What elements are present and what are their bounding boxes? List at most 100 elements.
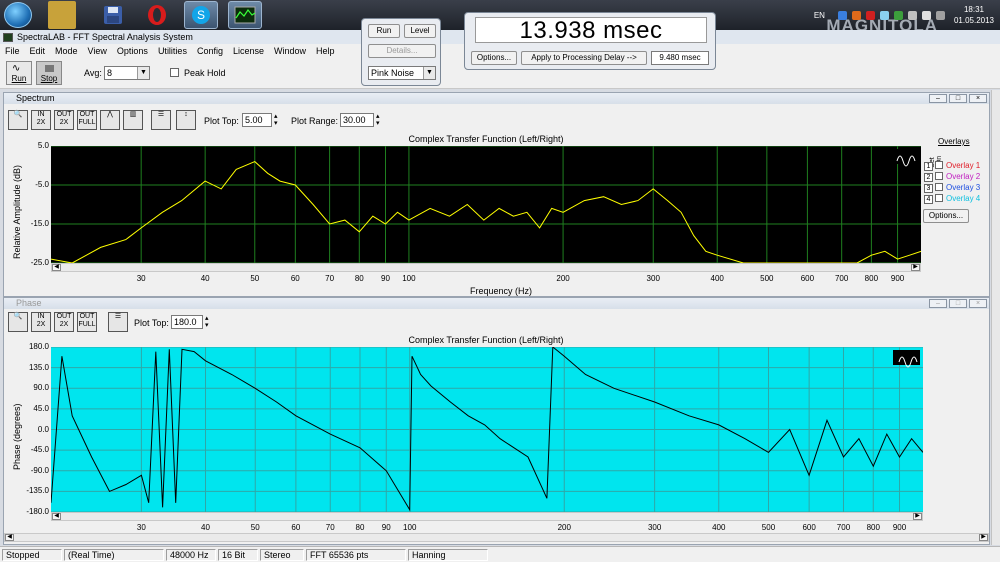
- phase-scrollbar[interactable]: ◀ ▶: [51, 512, 923, 521]
- x-tick-label: 700: [836, 523, 851, 532]
- spectrum-scrollbar[interactable]: ◀ ▶: [51, 263, 921, 272]
- phase-plot[interactable]: [51, 347, 923, 512]
- y-tick-label: -180.0: [26, 507, 49, 516]
- delay-options-button[interactable]: Options...: [471, 51, 517, 65]
- overlay-on-checkbox[interactable]: [935, 172, 943, 180]
- x-tick-label: 60: [290, 274, 300, 283]
- language-indicator[interactable]: EN: [814, 11, 825, 20]
- overlay-label: Overlay 4: [946, 194, 981, 203]
- overlay-on-checkbox[interactable]: [935, 194, 943, 202]
- stop-button[interactable]: Stop: [36, 61, 62, 85]
- minimize-icon[interactable]: –: [929, 94, 947, 103]
- zoom-out-full-icon[interactable]: OUT FULL: [77, 110, 97, 130]
- tray-app-icon[interactable]: [837, 10, 847, 20]
- signal-select[interactable]: Pink Noise ▼: [368, 66, 436, 80]
- network-icon[interactable]: [907, 10, 917, 20]
- panel-scrollbar[interactable]: ◀ ▶: [4, 533, 989, 542]
- peak-hold-checkbox[interactable]: [170, 68, 179, 77]
- zoom-out-full-icon[interactable]: OUT FULL: [77, 312, 97, 332]
- scale-icon[interactable]: ↕: [176, 110, 196, 130]
- menu-view[interactable]: View: [83, 46, 112, 56]
- overlay-on-checkbox[interactable]: [935, 161, 943, 169]
- minimize-icon[interactable]: –: [929, 299, 947, 308]
- menu-window[interactable]: Window: [269, 46, 311, 56]
- tray-app-icon[interactable]: [851, 10, 861, 20]
- overlay-options-button[interactable]: Options...: [923, 209, 969, 223]
- phase-plot-top-input[interactable]: 180.0: [171, 315, 203, 329]
- menu-file[interactable]: File: [0, 46, 25, 56]
- x-tick-label: 300: [646, 274, 660, 283]
- skype-icon[interactable]: S: [184, 1, 218, 29]
- overlay-on-checkbox[interactable]: [935, 183, 943, 191]
- zoom-icon[interactable]: 🔍: [8, 110, 28, 130]
- menu-config[interactable]: Config: [192, 46, 228, 56]
- scroll-left-icon[interactable]: ◀: [5, 534, 14, 541]
- menu-help[interactable]: Help: [311, 46, 340, 56]
- x-tick-label: 70: [325, 274, 335, 283]
- x-tick-label: 300: [647, 523, 662, 532]
- scroll-left-icon[interactable]: ◀: [52, 513, 61, 520]
- generator-details-button[interactable]: Details...: [368, 44, 436, 58]
- maximize-icon[interactable]: □: [949, 94, 967, 103]
- tray-app-icon[interactable]: [879, 10, 889, 20]
- zoom-in-2x-icon[interactable]: IN 2X: [31, 110, 51, 130]
- overlay-set-button[interactable]: 4: [924, 195, 933, 204]
- spectrum-plot[interactable]: [51, 146, 921, 263]
- scroll-right-icon[interactable]: ▶: [911, 264, 920, 271]
- start-orb-icon[interactable]: [4, 2, 32, 28]
- properties-icon[interactable]: ☰: [151, 110, 171, 130]
- menu-options[interactable]: Options: [112, 46, 153, 56]
- properties-icon[interactable]: ☰: [108, 312, 128, 332]
- zoom-in-2x-icon[interactable]: IN 2X: [31, 312, 51, 332]
- tray-app-icon[interactable]: [865, 10, 875, 20]
- menu-mode[interactable]: Mode: [50, 46, 83, 56]
- main-vertical-scrollbar[interactable]: [991, 90, 1000, 545]
- run-button[interactable]: ∿ Run: [6, 61, 32, 85]
- phase-chart-title: Complex Transfer Function (Left/Right): [408, 335, 564, 345]
- bar-mode-icon[interactable]: ▥: [123, 110, 143, 130]
- generator-run-button[interactable]: Run: [368, 24, 400, 38]
- clock[interactable]: 18:31 01.05.2013: [954, 4, 994, 26]
- plot-range-spinner[interactable]: ▴ ▾: [376, 113, 380, 127]
- trace-style-icon: [891, 149, 918, 167]
- x-tick-label: 50: [250, 274, 260, 283]
- opera-icon[interactable]: [140, 1, 174, 29]
- apply-delay-button[interactable]: Apply to Processing Delay -->: [521, 51, 647, 65]
- line-mode-icon[interactable]: ⋀: [100, 110, 120, 130]
- tray-app-icon[interactable]: [893, 10, 903, 20]
- close-icon[interactable]: ×: [969, 94, 987, 103]
- menu-utilities[interactable]: Utilities: [153, 46, 192, 56]
- plot-range-input[interactable]: 30.00: [340, 113, 374, 127]
- x-tick-label: 500: [761, 523, 776, 532]
- menu-edit[interactable]: Edit: [25, 46, 51, 56]
- explorer-icon[interactable]: [48, 1, 76, 29]
- plot-top-label: Plot Top:: [204, 116, 239, 126]
- processing-delay-field[interactable]: 9.480 msec: [651, 51, 709, 65]
- zoom-out-2x-icon[interactable]: OUT 2X: [54, 312, 74, 332]
- overlay-set-button[interactable]: 2: [924, 173, 933, 182]
- volume-icon[interactable]: [935, 10, 945, 20]
- overlay-set-button[interactable]: 1: [924, 162, 933, 171]
- scroll-left-icon[interactable]: ◀: [52, 264, 61, 271]
- scroll-right-icon[interactable]: ▶: [913, 513, 922, 520]
- save-icon[interactable]: [96, 1, 130, 29]
- plot-top-input[interactable]: 5.00: [242, 113, 272, 127]
- scroll-right-icon[interactable]: ▶: [979, 534, 988, 541]
- phase-plot-top-spinner[interactable]: ▴ ▾: [205, 315, 209, 329]
- phase-y-axis-label: Phase (degrees): [12, 403, 22, 470]
- spectralab-icon[interactable]: [228, 1, 262, 29]
- plot-top-spinner[interactable]: ▴ ▾: [274, 113, 278, 127]
- status-time: (Real Time): [64, 549, 164, 561]
- zoom-out-2x-icon[interactable]: OUT 2X: [54, 110, 74, 130]
- overlay-set-button[interactable]: 3: [924, 184, 933, 193]
- menu-license[interactable]: License: [228, 46, 269, 56]
- generator-level-button[interactable]: Level: [404, 24, 436, 38]
- overlay-item: 1 Overlay 1: [924, 161, 980, 171]
- maximize-icon[interactable]: □: [949, 299, 967, 308]
- avg-select[interactable]: 8 ▼: [104, 66, 150, 80]
- close-icon[interactable]: ×: [969, 299, 987, 308]
- x-tick-label: 30: [136, 523, 146, 532]
- x-tick-label: 500: [760, 274, 774, 283]
- battery-icon[interactable]: [921, 10, 931, 20]
- zoom-icon[interactable]: 🔍: [8, 312, 28, 332]
